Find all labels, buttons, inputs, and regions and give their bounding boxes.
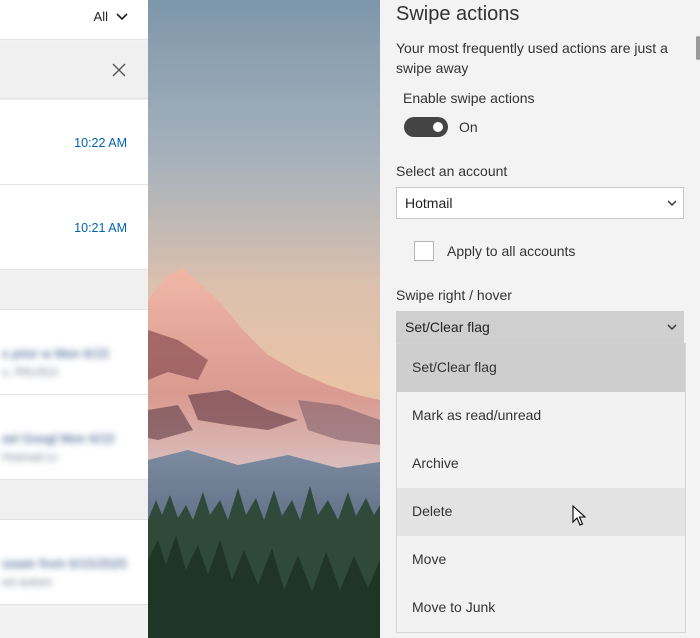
option-mark-read-unread[interactable]: Mark as read/unread bbox=[397, 392, 685, 440]
option-archive[interactable]: Archive bbox=[397, 440, 685, 488]
message-snippet: s, PAUSUi bbox=[2, 365, 58, 379]
account-select[interactable]: Hotmail bbox=[396, 187, 684, 219]
message-snippet: ed autom bbox=[2, 575, 53, 589]
option-delete[interactable]: Delete bbox=[397, 488, 685, 536]
option-move-to-junk[interactable]: Move to Junk bbox=[397, 584, 685, 632]
account-select-value: Hotmail bbox=[405, 195, 453, 211]
message-time: 10:21 AM bbox=[74, 221, 127, 235]
option-move[interactable]: Move bbox=[397, 536, 685, 584]
message-list-pane: All 10:22 AM 10:21 AM s prior w Mon 6/15… bbox=[0, 0, 148, 638]
list-item[interactable]: 10:22 AM bbox=[0, 100, 148, 185]
message-preview: s prior w Mon 6/15 bbox=[2, 346, 109, 361]
option-set-clear-flag[interactable]: Set/Clear flag bbox=[397, 344, 685, 392]
close-icon[interactable] bbox=[112, 63, 126, 77]
swipe-right-label: Swipe right / hover bbox=[396, 287, 512, 303]
swipe-right-value: Set/Clear flag bbox=[405, 319, 490, 335]
list-item[interactable]: 10:21 AM bbox=[0, 185, 148, 270]
apply-all-checkbox[interactable] bbox=[414, 241, 434, 261]
list-item[interactable]: sswer from 6/15/2020 ed autom bbox=[0, 520, 148, 605]
list-group-header bbox=[0, 480, 148, 520]
account-select-label: Select an account bbox=[396, 163, 508, 179]
background-image bbox=[148, 0, 380, 638]
description-text: Your most frequently used actions are ju… bbox=[396, 40, 668, 76]
chevron-down-icon bbox=[667, 324, 677, 330]
chevron-down-icon bbox=[116, 12, 128, 20]
page-title: Swipe actions bbox=[396, 3, 520, 25]
swipe-right-select[interactable]: Set/Clear flag bbox=[396, 311, 684, 343]
enable-swipe-label: Enable swipe actions bbox=[403, 90, 535, 106]
option-delete-label: Delete bbox=[412, 503, 453, 519]
message-snippet: Hotmail.cc bbox=[2, 450, 59, 464]
message-preview: sel Googl Mon 6/15 bbox=[2, 431, 115, 446]
swipe-action-dropdown-list: Set/Clear flag Mark as read/unread Archi… bbox=[396, 343, 686, 633]
toggle-state-label: On bbox=[459, 119, 478, 135]
list-item[interactable]: s prior w Mon 6/15 s, PAUSUi bbox=[0, 310, 148, 395]
filter-dropdown[interactable]: All bbox=[94, 9, 128, 24]
apply-all-label: Apply to all accounts bbox=[447, 243, 576, 259]
enable-swipe-toggle[interactable] bbox=[404, 117, 448, 137]
message-list-header: All bbox=[0, 0, 148, 40]
swipe-actions-pane: Swipe actions Your most frequently used … bbox=[380, 0, 700, 638]
chevron-down-icon bbox=[667, 200, 677, 206]
message-preview: sswer from 6/15/2020 bbox=[2, 556, 128, 571]
list-group-header bbox=[0, 270, 148, 310]
list-item[interactable]: sel Googl Mon 6/15 Hotmail.cc bbox=[0, 395, 148, 480]
message-time: 10:22 AM bbox=[74, 136, 127, 150]
filter-label: All bbox=[93, 9, 108, 24]
message-list-banner bbox=[0, 41, 148, 99]
pane-scrollbar[interactable] bbox=[696, 36, 700, 60]
mouse-pointer-icon bbox=[572, 505, 586, 526]
